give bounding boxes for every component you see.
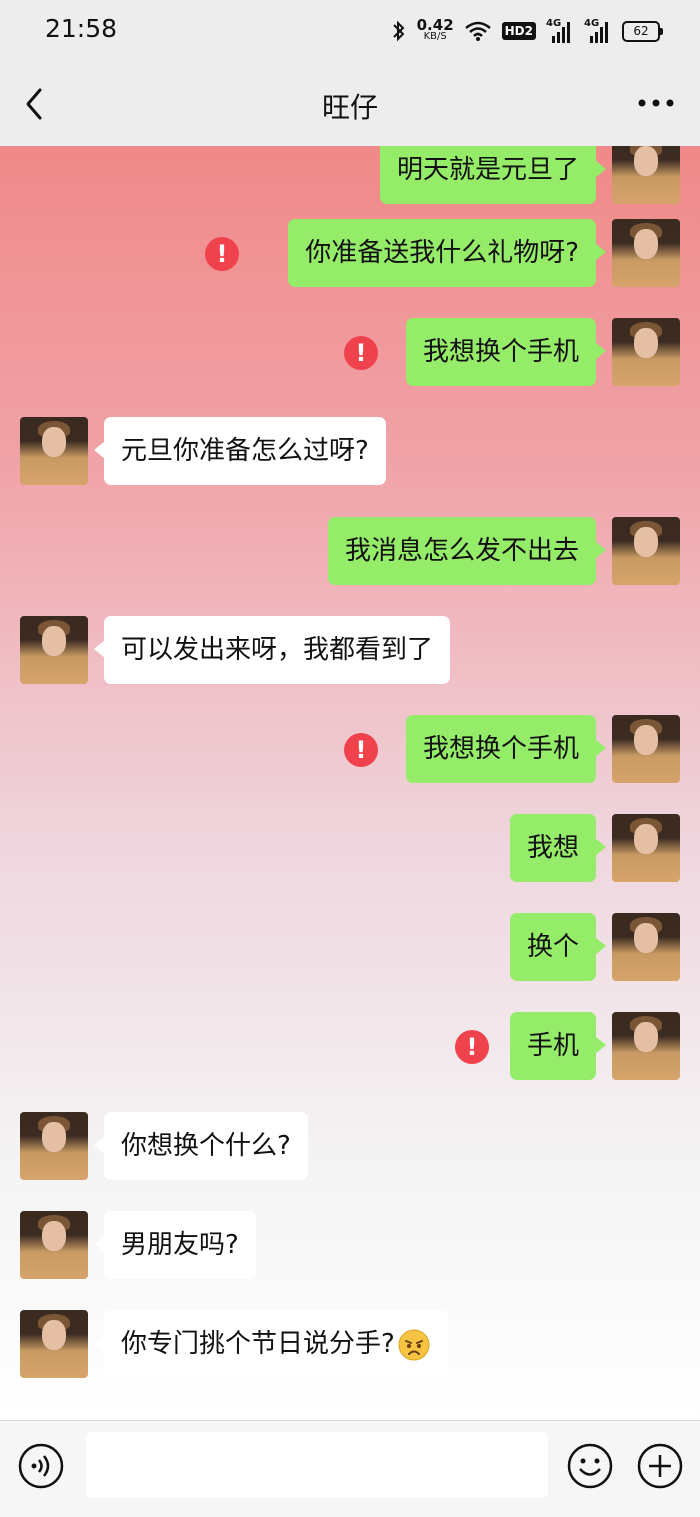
message-text: 我想换个手机 <box>422 734 579 764</box>
status-icons: 0.42 KB/S HD2 4G 4G 62 <box>391 16 663 46</box>
message-text: 我想 <box>526 833 579 863</box>
status-bar: 21:58 0.42 KB/S HD2 4G 4G 62 <box>0 0 700 62</box>
chat-title: 旺仔 <box>321 91 378 124</box>
incoming-message-bubble[interactable]: 男朋友吗? <box>94 1211 256 1279</box>
network-speed-value: 0.42 <box>416 16 454 34</box>
send-failed-icon[interactable]: ! <box>455 1030 489 1064</box>
outgoing-message-bubble[interactable]: 明天就是元旦了 <box>379 146 607 204</box>
plus-icon[interactable] <box>636 1442 684 1490</box>
contact-avatar[interactable] <box>20 1211 88 1279</box>
sad-face-emoji-icon <box>398 1329 430 1360</box>
incoming-message-bubble[interactable]: 你想换个什么? <box>94 1112 308 1180</box>
outgoing-message-bubble[interactable]: 换个 <box>509 913 607 981</box>
outgoing-message-bubble[interactable]: 我想换个手机 <box>405 715 607 783</box>
message-text: 你准备送我什么礼物呀? <box>305 238 579 268</box>
hd-badge: HD2 <box>501 22 536 40</box>
my-avatar[interactable] <box>612 318 680 386</box>
more-dots-icon[interactable] <box>636 88 676 118</box>
message-row: 你准备送我什么礼物呀?! <box>0 219 700 289</box>
message-row: 我想换个手机! <box>0 318 700 388</box>
incoming-message-bubble[interactable]: 可以发出来呀，我都看到了 <box>93 616 451 684</box>
battery-level: 62 <box>633 24 649 38</box>
voice-icon[interactable] <box>17 1442 65 1490</box>
chat-header: 旺仔 <box>0 62 700 146</box>
incoming-message-bubble[interactable]: 你专门挑个节日说分手? <box>94 1310 448 1378</box>
message-text: 换个 <box>526 932 579 962</box>
send-failed-icon[interactable]: ! <box>205 237 239 271</box>
outgoing-message-bubble[interactable]: 你准备送我什么礼物呀? <box>288 219 606 287</box>
outgoing-message-bubble[interactable]: 我想 <box>509 814 607 882</box>
signal-1: 4G <box>546 18 574 44</box>
message-row: 男朋友吗? <box>0 1211 700 1281</box>
my-avatar[interactable] <box>612 814 680 882</box>
message-row: 换个 <box>0 913 700 983</box>
message-text: 可以发出来呀，我都看到了 <box>121 635 434 665</box>
message-text: 我想换个手机 <box>422 337 579 367</box>
message-row: 你专门挑个节日说分手? <box>0 1310 700 1380</box>
my-avatar[interactable] <box>612 517 680 585</box>
wifi-icon <box>464 21 491 41</box>
my-avatar[interactable] <box>612 715 680 783</box>
message-row: 我消息怎么发不出去 <box>0 517 700 587</box>
signal-bars-icon <box>552 22 570 43</box>
my-avatar[interactable] <box>612 146 680 204</box>
smiley-icon[interactable] <box>566 1442 614 1490</box>
message-text: 你专门挑个节日说分手? <box>121 1329 395 1359</box>
message-text: 你想换个什么? <box>121 1131 291 1161</box>
message-row: 我想换个手机! <box>0 715 700 785</box>
message-text: 男朋友吗? <box>121 1230 239 1260</box>
send-failed-icon[interactable]: ! <box>344 733 378 767</box>
network-speed-unit: KB/S <box>423 31 447 42</box>
contact-avatar[interactable] <box>20 616 88 684</box>
message-text: 我消息怎么发不出去 <box>344 536 579 566</box>
message-text: 元旦你准备怎么过呀? <box>121 436 369 466</box>
message-row: 可以发出来呀，我都看到了 <box>0 616 700 686</box>
message-row: 元旦你准备怎么过呀? <box>0 417 700 487</box>
contact-avatar[interactable] <box>20 1112 88 1180</box>
input-bar <box>0 1420 700 1517</box>
message-row: 你想换个什么? <box>0 1112 700 1182</box>
signal-2: 4G <box>584 18 612 44</box>
network-speed: 0.42 KB/S <box>416 16 454 43</box>
send-failed-icon[interactable]: ! <box>344 336 378 370</box>
message-input[interactable] <box>86 1432 548 1498</box>
signal-bars-icon <box>590 22 608 43</box>
incoming-message-bubble[interactable]: 元旦你准备怎么过呀? <box>94 417 386 485</box>
my-avatar[interactable] <box>612 219 680 287</box>
my-avatar[interactable] <box>612 1012 680 1080</box>
message-row: 我想 <box>0 814 700 884</box>
my-avatar[interactable] <box>612 913 680 981</box>
outgoing-message-bubble[interactable]: 我消息怎么发不出去 <box>327 517 607 585</box>
message-text: 手机 <box>526 1031 579 1061</box>
message-text: 明天就是元旦了 <box>396 155 579 185</box>
bluetooth-icon <box>392 20 405 42</box>
outgoing-message-bubble[interactable]: 我想换个手机 <box>405 318 607 386</box>
contact-avatar[interactable] <box>20 417 88 485</box>
battery-icon: 62 <box>622 20 663 42</box>
contact-avatar[interactable] <box>20 1310 88 1378</box>
message-row: 明天就是元旦了 <box>0 146 700 206</box>
outgoing-message-bubble[interactable]: 手机 <box>509 1012 607 1080</box>
status-time: 21:58 <box>45 14 118 43</box>
message-list[interactable]: 明天就是元旦了 你准备送我什么礼物呀?! 我想换个手机! 元旦你准备怎么过呀? 我消息怎… <box>0 146 700 1420</box>
message-row: 手机! <box>0 1012 700 1082</box>
